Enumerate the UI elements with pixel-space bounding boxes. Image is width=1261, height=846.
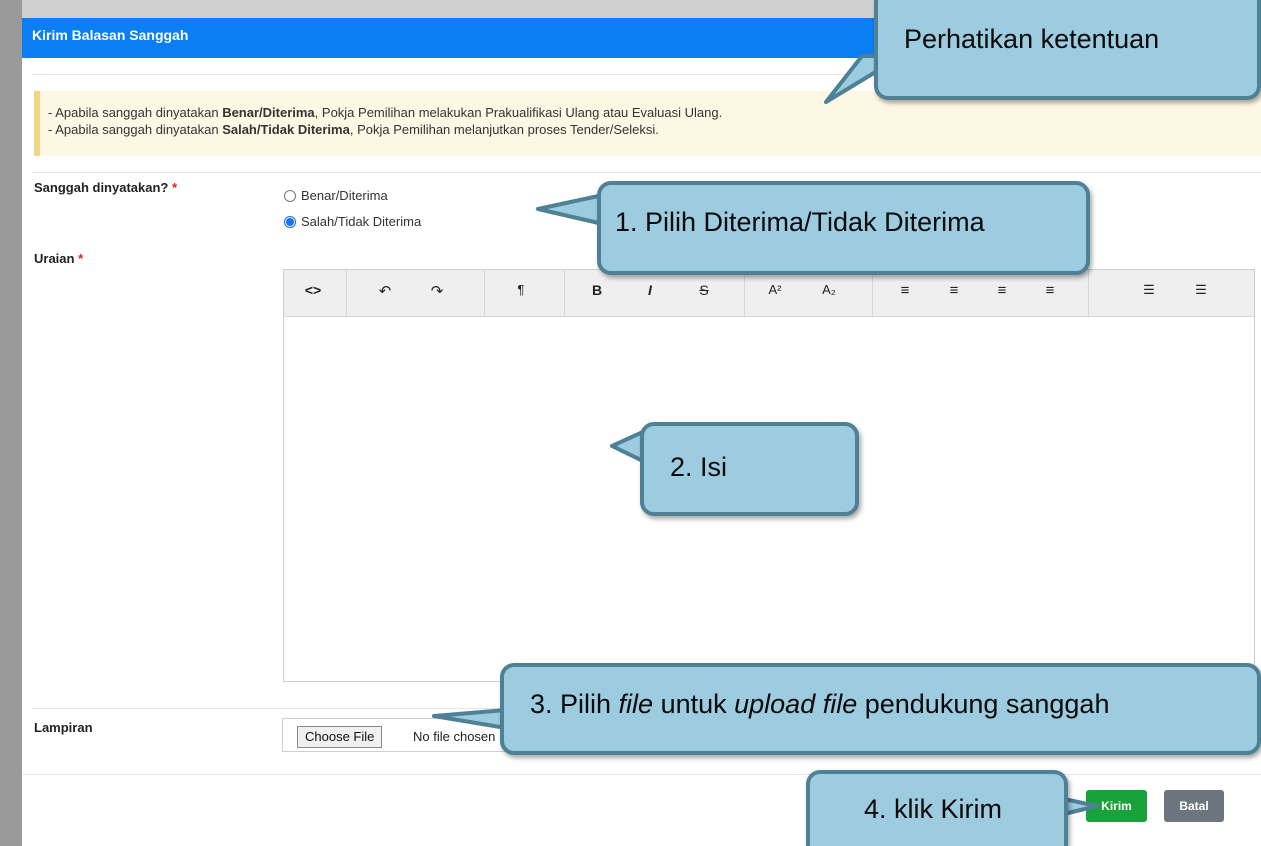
callout-perhatikan-ketentuan: Perhatikan ketentuan	[874, 0, 1261, 100]
callout-step1: 1. Pilih Diterima/Tidak Diterima	[597, 181, 1090, 275]
callout-step4: 4. klik Kirim	[806, 770, 1068, 846]
callout-pointer-step3	[432, 708, 508, 730]
callout-step3: 3. Pilih file untuk upload file pendukun…	[500, 663, 1261, 755]
callout-pointer-step1	[536, 193, 605, 226]
callout-step2: 2. Isi	[640, 422, 859, 516]
callout-pointer-step4	[1062, 797, 1099, 816]
